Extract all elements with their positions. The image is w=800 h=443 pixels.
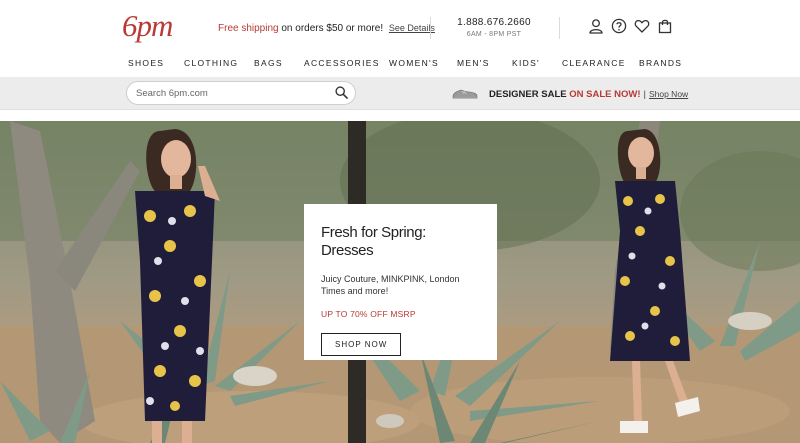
on-sale-now-text: ON SALE NOW! bbox=[569, 89, 641, 100]
shipping-condition-text: on orders $50 or more! bbox=[278, 23, 384, 34]
account-icon[interactable] bbox=[588, 18, 604, 34]
support-hours: 6AM - 8PM PST bbox=[466, 31, 522, 38]
search-input[interactable] bbox=[126, 81, 356, 105]
nav-item-womens[interactable]: WOMEN'S bbox=[389, 56, 439, 70]
bag-icon[interactable] bbox=[657, 18, 673, 34]
divider bbox=[559, 17, 560, 39]
banner-divider: | bbox=[643, 89, 646, 100]
heart-icon[interactable] bbox=[634, 18, 650, 34]
search-icon[interactable] bbox=[335, 86, 348, 99]
promo-subtitle: Juicy Couture, MINKPINK, London Times an… bbox=[321, 274, 460, 296]
designer-sale-text: DESIGNER SALE bbox=[489, 89, 570, 100]
user-icons bbox=[588, 18, 673, 34]
divider bbox=[430, 17, 431, 39]
nav-item-clearance[interactable]: CLEARANCE bbox=[562, 56, 626, 70]
site-logo[interactable]: 6pm bbox=[122, 8, 173, 44]
nav-item-kids[interactable]: KIDS' bbox=[512, 56, 540, 70]
promo-title: Fresh for Spring: Dresses bbox=[321, 224, 426, 259]
see-details-link[interactable]: See Details bbox=[389, 23, 435, 33]
nav-item-mens[interactable]: MEN'S bbox=[457, 56, 490, 70]
nav-item-bags[interactable]: BAGS bbox=[254, 56, 283, 70]
contact-info: 1.888.676.2660 6AM - 8PM PST bbox=[449, 17, 539, 41]
search-bar: DESIGNER SALE ON SALE NOW!|Shop Now bbox=[0, 77, 800, 110]
nav-item-clothing[interactable]: CLOTHING bbox=[184, 56, 238, 70]
main-nav: SHOES CLOTHING BAGS ACCESSORIES WOMEN'S … bbox=[0, 56, 800, 72]
hero-banner[interactable]: Fresh for Spring: Dresses Juicy Couture,… bbox=[0, 121, 800, 443]
designer-sale-banner: DESIGNER SALE ON SALE NOW! | Shop Now bbox=[489, 88, 688, 101]
phone-number[interactable]: 1.888.676.2660 bbox=[449, 17, 539, 29]
promo-card: Fresh for Spring: Dresses Juicy Couture,… bbox=[304, 204, 497, 360]
sneaker-icon bbox=[452, 89, 478, 99]
nav-item-accessories[interactable]: ACCESSORIES bbox=[304, 56, 380, 70]
free-shipping-text: Free shipping bbox=[218, 23, 279, 34]
nav-item-brands[interactable]: BRANDS bbox=[639, 56, 682, 70]
promo-offer: UP TO 70% OFF MSRP bbox=[321, 309, 416, 319]
shop-now-button[interactable]: SHOP NOW bbox=[321, 333, 402, 356]
top-bar: 6pm Free shipping on orders $50 or more!… bbox=[0, 0, 800, 52]
shipping-promo: Free shipping on orders $50 or more! See… bbox=[218, 22, 435, 35]
nav-item-shoes[interactable]: SHOES bbox=[128, 56, 164, 70]
help-icon[interactable] bbox=[611, 18, 627, 34]
shop-now-link[interactable]: Shop Now bbox=[649, 89, 688, 99]
